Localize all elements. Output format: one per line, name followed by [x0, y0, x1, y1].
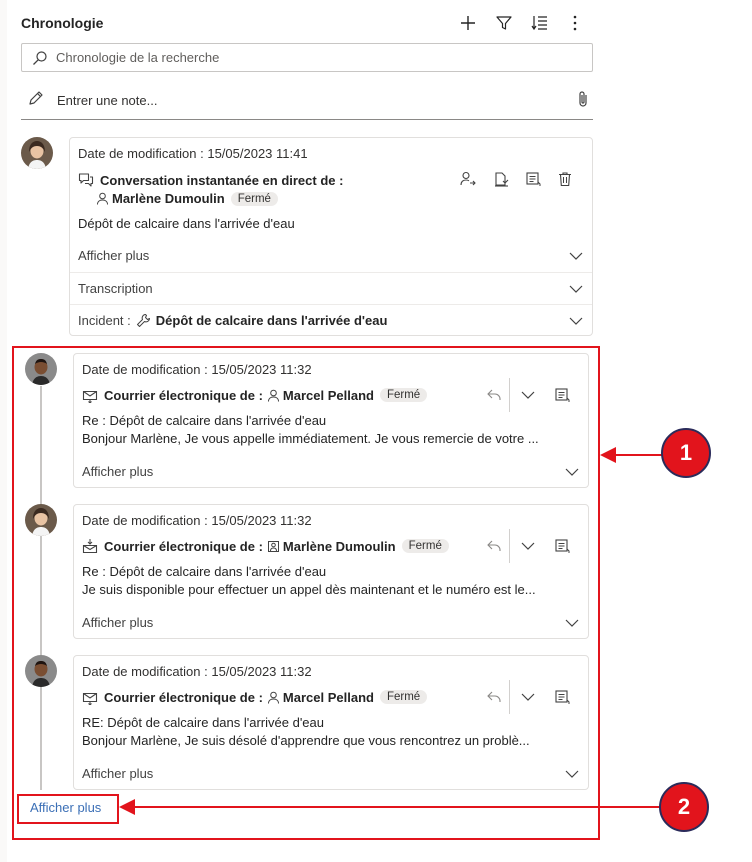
sender-name[interactable]: Marlène Dumoulin — [112, 191, 225, 206]
chat-icon — [78, 173, 94, 187]
record-type-label: Conversation instantanée en direct de : — [100, 172, 344, 188]
record-type-line: Conversation instantanée en direct de : — [78, 172, 343, 188]
callout-arrow-1 — [612, 454, 662, 456]
record-body-line: Dépôt de calcaire dans l'arrivée d'eau — [78, 216, 295, 231]
timeline-record-conversation[interactable]: Date de modification : 15/05/2023 11:41 … — [69, 137, 593, 336]
sort-icon[interactable] — [529, 12, 551, 34]
note-input[interactable] — [57, 90, 537, 110]
note-entry[interactable] — [21, 84, 593, 120]
close-activity-icon[interactable] — [491, 169, 511, 189]
timeline-search[interactable] — [21, 43, 593, 72]
modified-date: Date de modification : 15/05/2023 11:41 — [78, 146, 308, 161]
callout-badge-2: 2 — [659, 782, 709, 832]
more-options-icon[interactable] — [564, 12, 586, 34]
callout-box-show-more — [17, 794, 119, 824]
incident-value[interactable]: Dépôt de calcaire dans l'arrivée d'eau — [156, 313, 388, 328]
attachment-icon[interactable] — [575, 90, 591, 108]
pencil-icon — [29, 91, 43, 105]
arrowhead-icon — [600, 447, 616, 463]
transcription-expander[interactable]: Transcription — [70, 272, 592, 304]
filter-icon[interactable] — [493, 12, 515, 34]
sender-line: Marlène Dumoulin Fermé — [92, 191, 278, 206]
timeline-title: Chronologie — [21, 15, 104, 31]
callout-arrow-2 — [132, 806, 662, 808]
search-icon — [33, 51, 47, 65]
incident-expander[interactable]: Incident : Dépôt de calcaire dans l'arri… — [70, 304, 592, 336]
open-record-icon[interactable] — [523, 169, 543, 189]
chevron-down-icon — [569, 285, 583, 293]
add-icon[interactable] — [457, 12, 479, 34]
assign-icon[interactable] — [458, 169, 478, 189]
callout-box-records — [12, 346, 600, 840]
search-input[interactable] — [56, 47, 576, 68]
incident-line: Incident : Dépôt de calcaire dans l'arri… — [78, 313, 387, 328]
show-more-expander[interactable]: Afficher plus — [70, 240, 592, 272]
arrowhead-icon — [119, 799, 135, 815]
wrench-icon — [136, 314, 150, 327]
person-icon — [97, 192, 108, 205]
delete-icon[interactable] — [555, 169, 575, 189]
chevron-down-icon — [569, 317, 583, 325]
expander-label: Transcription — [78, 281, 153, 296]
avatar-marlene — [21, 137, 53, 169]
expander-label: Afficher plus — [78, 248, 150, 263]
callout-badge-1: 1 — [661, 428, 711, 478]
chevron-down-icon — [569, 252, 583, 260]
incident-label: Incident : — [78, 313, 131, 328]
status-badge: Fermé — [230, 191, 278, 206]
